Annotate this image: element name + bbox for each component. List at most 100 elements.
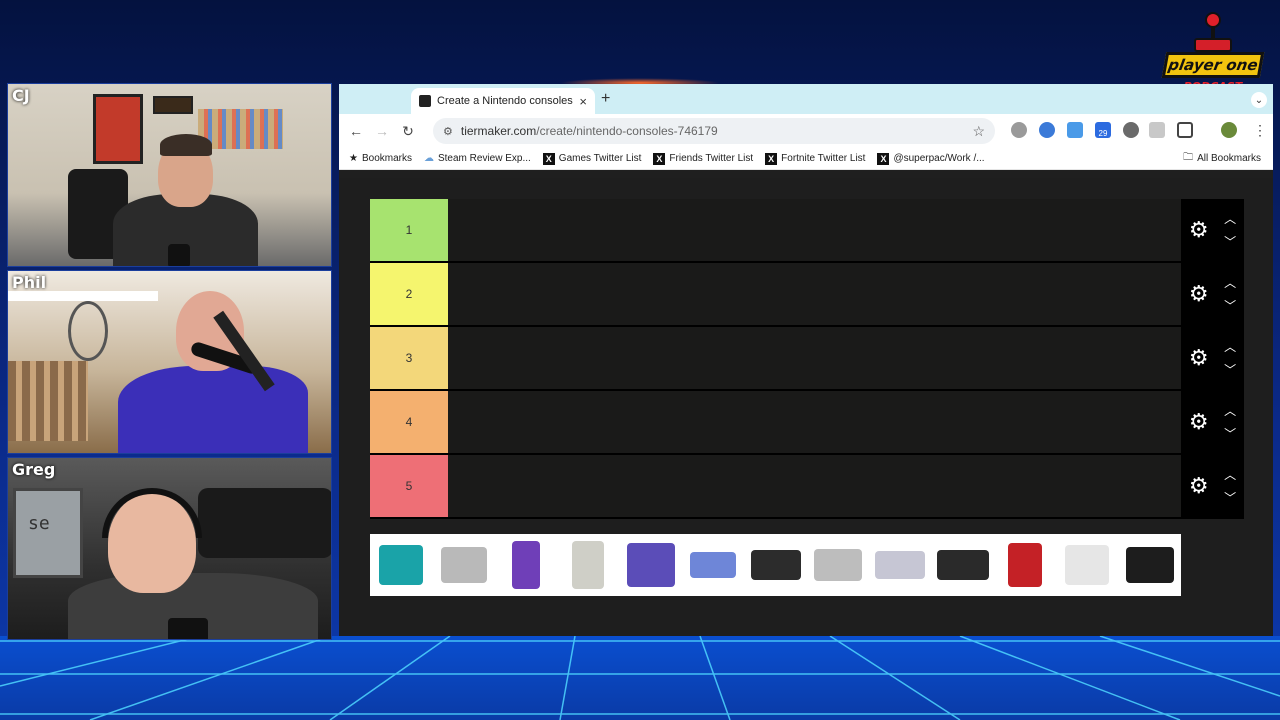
tier-controls: ⚙ ︿ ﹀	[1181, 455, 1244, 517]
nintendo-ds-lite-icon	[440, 547, 487, 583]
tray-item-game-boy-color[interactable]	[495, 534, 557, 596]
tray-item-nintendo-switch[interactable]	[932, 534, 994, 596]
tray-item-nintendo-64[interactable]	[744, 534, 806, 596]
tier-drop-zone[interactable]	[448, 199, 1181, 261]
game-boy-advance-icon	[690, 552, 737, 578]
extension-doc-icon[interactable]	[1149, 122, 1165, 138]
tray-item-nes[interactable]	[807, 534, 869, 596]
chevron-up-icon[interactable]: ︿	[1224, 338, 1236, 355]
x-icon: X	[877, 152, 890, 165]
bookmark-item[interactable]: X @superpac/Work /...	[877, 152, 985, 165]
chevron-down-icon[interactable]: ﹀	[1224, 233, 1236, 250]
nintendo-64-icon	[750, 550, 801, 580]
webcam-panel-greg: se Greg	[7, 457, 332, 640]
tray-item-nintendo-3ds[interactable]	[370, 534, 432, 596]
back-arrow-icon[interactable]: ←	[343, 123, 369, 139]
snes-icon	[875, 551, 926, 579]
all-bookmarks-button[interactable]: 🗀 All Bookmarks	[1183, 150, 1261, 167]
folder-icon: 🗀	[1183, 152, 1194, 163]
tier-drop-zone[interactable]	[448, 391, 1181, 453]
tray-item-game-boy-advance[interactable]	[682, 534, 744, 596]
bookmark-item[interactable]: ★ Bookmarks	[349, 153, 412, 164]
forward-arrow-icon[interactable]: →	[369, 123, 395, 139]
gear-icon[interactable]: ⚙	[1189, 217, 1209, 243]
tier-label[interactable]: 2	[370, 263, 448, 325]
gear-icon[interactable]: ⚙	[1189, 345, 1209, 371]
steam-icon: ☁	[423, 153, 434, 164]
bookmark-item[interactable]: X Friends Twitter List	[653, 152, 753, 165]
bookmark-item[interactable]: X Fortnite Twitter List	[765, 152, 865, 165]
tray-item-gamecube[interactable]	[620, 534, 682, 596]
chevron-down-icon[interactable]: ﹀	[1224, 361, 1236, 378]
tier-label[interactable]: 3	[370, 327, 448, 389]
tier-controls: ⚙ ︿ ﹀	[1181, 199, 1244, 261]
tier-row: 3 ⚙ ︿ ﹀	[370, 327, 1244, 391]
tier-drop-zone[interactable]	[448, 455, 1181, 517]
game-boy-icon	[572, 541, 605, 589]
gear-icon[interactable]: ⚙	[1189, 281, 1209, 307]
tab-search-chevron-icon[interactable]: ⌄	[1251, 92, 1267, 108]
extension-badge-icon[interactable]: 29	[1095, 122, 1111, 138]
extension-grey-icon[interactable]	[1123, 122, 1139, 138]
chevron-down-icon[interactable]: ﹀	[1224, 425, 1236, 442]
gear-icon[interactable]: ⚙	[1189, 409, 1209, 435]
chevron-down-icon[interactable]: ﹀	[1224, 297, 1236, 314]
tier-drop-zone[interactable]	[448, 263, 1181, 325]
tray-item-wii[interactable]	[1056, 534, 1118, 596]
bookmark-item[interactable]: ☁ Steam Review Exp...	[424, 153, 531, 164]
chevron-down-icon[interactable]: ﹀	[1224, 489, 1236, 506]
site-info-icon[interactable]: ⚙	[443, 125, 453, 138]
tab-title: Create a Nintendo consoles T	[437, 95, 574, 107]
tab-close-icon[interactable]: ×	[579, 94, 587, 109]
item-tray	[370, 534, 1181, 596]
url-path: /create/nintendo-consoles-746179	[536, 124, 718, 138]
bookmark-item[interactable]: X Games Twitter List	[542, 152, 641, 165]
tier-list: 1 ⚙ ︿ ﹀ 2 ⚙ ︿ ﹀ 3 ⚙ ︿ ﹀ 4 ⚙ ︿ ﹀ 5 ⚙ ︿ ﹀	[370, 199, 1244, 519]
star-icon: ★	[349, 153, 358, 164]
tier-row: 4 ⚙ ︿ ﹀	[370, 391, 1244, 455]
address-bar[interactable]: ⚙ tiermaker.com/create/nintendo-consoles…	[433, 118, 995, 144]
tray-item-virtual-boy[interactable]	[994, 534, 1056, 596]
tray-item-game-boy[interactable]	[557, 534, 619, 596]
gear-icon[interactable]: ⚙	[1189, 473, 1209, 499]
nes-icon	[813, 549, 862, 581]
participant-name: CJ	[12, 86, 30, 105]
new-tab-button[interactable]: +	[601, 90, 610, 108]
reload-icon[interactable]: ↻	[395, 123, 421, 140]
tier-controls: ⚙ ︿ ﹀	[1181, 327, 1244, 389]
extension-grammarly-icon[interactable]	[1011, 122, 1027, 138]
x-icon: X	[653, 152, 666, 165]
participant-name: Phil	[12, 273, 47, 292]
bookmark-star-icon[interactable]: ☆	[972, 123, 985, 140]
chevron-up-icon[interactable]: ︿	[1224, 274, 1236, 291]
tier-row: 2 ⚙ ︿ ﹀	[370, 263, 1244, 327]
extension-key-icon[interactable]	[1067, 122, 1083, 138]
tray-item-nintendo-ds-lite[interactable]	[432, 534, 494, 596]
browser-menu-icon[interactable]: ⋮	[1253, 122, 1267, 139]
profile-avatar[interactable]	[1221, 122, 1237, 138]
x-icon: X	[765, 152, 778, 165]
tier-label[interactable]: 4	[370, 391, 448, 453]
webcam-panel-cj: CJ	[7, 83, 332, 267]
nintendo-3ds-icon	[379, 545, 424, 585]
browser-tab[interactable]: Create a Nintendo consoles T ×	[411, 88, 595, 114]
virtual-boy-icon	[1008, 543, 1043, 587]
tier-label[interactable]: 5	[370, 455, 448, 517]
tray-item-wii-u[interactable]	[1119, 534, 1181, 596]
participant-name: Greg	[12, 460, 56, 479]
tab-strip: Create a Nintendo consoles T × + ⌄	[339, 84, 1273, 114]
extension-1password-icon[interactable]	[1039, 122, 1055, 138]
browser-toolbar: ← → ↻ ⚙ tiermaker.com/create/nintendo-co…	[339, 114, 1273, 148]
tier-row: 1 ⚙ ︿ ﹀	[370, 199, 1244, 263]
tier-drop-zone[interactable]	[448, 327, 1181, 389]
wii-u-icon	[1125, 547, 1174, 583]
tier-controls: ⚙ ︿ ﹀	[1181, 391, 1244, 453]
chevron-up-icon[interactable]: ︿	[1224, 402, 1236, 419]
tier-label[interactable]: 1	[370, 199, 448, 261]
wii-icon	[1065, 545, 1110, 585]
tray-item-snes[interactable]	[869, 534, 931, 596]
extensions-puzzle-icon[interactable]	[1177, 122, 1193, 138]
chevron-up-icon[interactable]: ︿	[1224, 210, 1236, 227]
tier-row: 5 ⚙ ︿ ﹀	[370, 455, 1244, 519]
chevron-up-icon[interactable]: ︿	[1224, 466, 1236, 483]
